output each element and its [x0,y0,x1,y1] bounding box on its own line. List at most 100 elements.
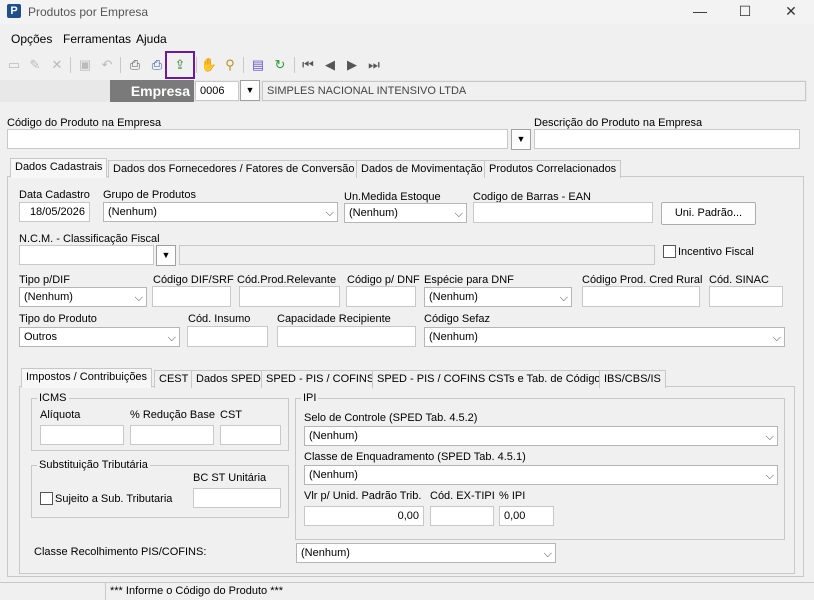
grupo-label: Grupo de Produtos [103,189,196,201]
app-icon: P [7,4,21,18]
settings-icon[interactable]: ▤ [249,56,267,74]
window-title: Produtos por Empresa [28,5,149,19]
insumo-input[interactable] [187,326,268,347]
aliquota-label: Alíquota [40,409,81,421]
reducao-label: % Redução Base [130,409,215,421]
subtab-sped-cst[interactable]: SPED - PIS / COFINS CSTs e Tab. de Códig… [372,370,612,388]
chevron-down-icon: ⌵ [454,208,463,220]
selo-value: (Nenhum) [309,430,358,442]
last-icon[interactable]: ⏭ [365,56,383,74]
selo-select[interactable]: (Nenhum) ⌵ [304,426,778,446]
ncm-dropdown[interactable]: ▼ [156,245,176,266]
empresa-dropdown-button[interactable]: ▼ [240,80,260,101]
minimize-button[interactable]: — [680,0,720,24]
chevron-down-icon: ⌵ [772,332,781,344]
subtab-sped-pis-cofins[interactable]: SPED - PIS / COFINS [261,370,380,388]
edit-icon[interactable]: ✎ [26,56,44,74]
print-preview-icon[interactable]: ⎙ [148,56,166,74]
prev-icon[interactable]: ◀ [321,56,339,74]
toolbar-separator [243,57,244,73]
chevron-down-icon: ⌵ [765,431,774,443]
tab-dados-cadastrais[interactable]: Dados Cadastrais [10,158,108,178]
toolbar-separator [70,57,71,73]
reducao-input[interactable] [130,425,214,445]
ncm-input[interactable] [19,245,154,265]
search-icon[interactable]: ⚲ [221,56,239,74]
first-icon[interactable]: ⏮ [299,56,317,74]
close-button[interactable]: ✕ [771,0,811,24]
print-icon[interactable]: ⎙ [126,56,144,74]
cred-rural-label: Código Prod. Cred Rural [582,274,703,286]
enquadramento-value: (Nenhum) [309,469,358,481]
tipo-produto-select[interactable]: Outros ⌵ [19,327,180,347]
produto-desc-input[interactable] [534,129,800,149]
tipo-dif-value: (Nenhum) [24,291,73,303]
cod-relevante-label: Cód.Prod.Relevante [237,274,337,286]
maximize-button[interactable]: ☐ [725,0,765,24]
delete-icon[interactable]: ✕ [48,56,66,74]
icms-title: ICMS [37,392,69,404]
tipo-produto-value: Outros [24,331,58,343]
uni-padrao-button[interactable]: Uni. Padrão... [661,202,756,225]
toolbar-separator [120,57,121,73]
export-icon[interactable]: ⇪ [165,51,195,79]
cod-dnf-input[interactable] [346,286,416,307]
refresh-icon[interactable]: ↻ [271,56,289,74]
next-icon[interactable]: ▶ [343,56,361,74]
insumo-label: Cód. Insumo [188,313,251,325]
sujeito-st-checkbox[interactable] [40,492,53,505]
subtab-dados-sped[interactable]: Dados SPED [191,370,266,388]
tab-movimentacao[interactable]: Dados de Movimentação [356,160,488,178]
tipo-dif-label: Tipo p/DIF [19,274,70,286]
sujeito-st-label: Sujeito a Sub. Tributaria [55,493,173,505]
incentivo-checkbox[interactable] [663,245,676,258]
tab-correlacionados[interactable]: Produtos Correlacionados [484,160,622,178]
save-icon[interactable]: ▣ [76,56,94,74]
empresa-label: Empresa [110,80,194,102]
vlr-unid-input[interactable]: 0,00 [304,506,424,526]
data-cadastro-input[interactable]: 18/05/2026 [19,202,90,222]
subtab-ibs-cbs[interactable]: IBS/CBS/IS [599,370,666,388]
menu-opcoes[interactable]: Opções [11,32,52,46]
subtab-cest[interactable]: CEST [154,370,194,388]
especie-select[interactable]: (Nenhum) ⌵ [424,287,572,307]
tab-fornecedores[interactable]: Dados dos Fornecedores / Fatores de Conv… [108,160,360,178]
produto-code-label: Código do Produto na Empresa [7,117,162,129]
chevron-down-icon: ⌵ [134,292,143,304]
new-icon[interactable]: ▭ [5,56,23,74]
grupo-value: (Nenhum) [108,206,157,218]
status-message: *** Informe o Código do Produto *** [105,583,814,600]
enquadramento-select[interactable]: (Nenhum) ⌵ [304,465,778,485]
especie-value: (Nenhum) [429,291,478,303]
produto-code-input[interactable] [7,129,508,149]
produto-code-dropdown[interactable]: ▼ [511,129,531,150]
menu-ajuda[interactable]: Ajuda [136,32,167,46]
grupo-select[interactable]: (Nenhum) ⌵ [103,202,338,222]
sefaz-select[interactable]: (Nenhum) ⌵ [424,327,785,347]
tipo-produto-label: Tipo do Produto [19,313,97,325]
unidade-select[interactable]: (Nenhum) ⌵ [344,203,467,223]
sinac-input[interactable] [709,286,783,307]
toolbar-separator [196,57,197,73]
ean-input[interactable] [473,202,653,223]
classe-pis-select[interactable]: (Nenhum) ⌵ [296,543,556,563]
pct-ipi-input[interactable]: 0,00 [499,506,554,526]
tipo-dif-select[interactable]: (Nenhum) ⌵ [19,287,147,307]
empresa-code-input[interactable]: 0006 [195,81,239,101]
extipi-input[interactable] [430,506,494,526]
cred-rural-input[interactable] [582,286,700,307]
aliquota-input[interactable] [40,425,124,445]
bc-st-input[interactable] [193,488,281,508]
cod-relevante-input[interactable] [239,286,340,307]
cst-input[interactable] [220,425,281,445]
cod-dif-input[interactable] [152,286,231,307]
chevron-down-icon: ⌵ [559,292,568,304]
capacidade-input[interactable] [277,326,416,347]
hand-icon[interactable]: ✋ [200,56,218,74]
menu-ferramentas[interactable]: Ferramentas [63,32,131,46]
subtab-impostos[interactable]: Impostos / Contribuições [21,368,153,388]
cst-label: CST [220,409,242,421]
ncm-label: N.C.M. - Classificação Fiscal [19,233,160,245]
undo-icon[interactable]: ↶ [98,56,116,74]
sefaz-label: Código Sefaz [424,313,491,325]
